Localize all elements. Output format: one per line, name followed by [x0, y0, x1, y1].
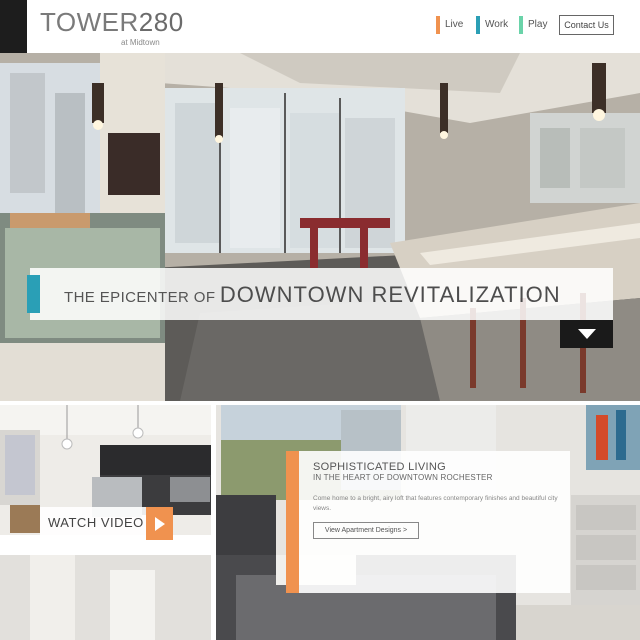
nav-play-label: Play	[528, 19, 548, 30]
nav-live-accent	[436, 16, 440, 34]
nav-item-work[interactable]: Work	[476, 14, 508, 36]
logo-name-prefix: TOWER	[40, 7, 139, 37]
nav-play-accent	[519, 16, 523, 34]
hero-photo-cafe-lobby	[0, 53, 640, 401]
watch-video-play[interactable]	[146, 507, 173, 540]
living-body: Come home to a bright, airy loft that fe…	[313, 495, 558, 512]
watch-video-label: WATCH VIDEO	[48, 515, 144, 530]
play-icon	[155, 517, 165, 531]
hero-banner-accent	[27, 275, 40, 313]
view-apartment-designs-button[interactable]: View Apartment Designs >	[313, 522, 419, 539]
nav-work-label: Work	[485, 19, 509, 30]
living-subtitle: IN THE HEART OF DOWNTOWN ROCHESTER	[313, 473, 493, 482]
hero-headline-large: DOWNTOWN REVITALIZATION	[219, 282, 561, 307]
logo-name-number: 280	[138, 7, 184, 37]
contact-us-button[interactable]: Contact Us	[559, 15, 614, 35]
nav-live-label: Live	[445, 19, 464, 30]
chevron-down-icon	[578, 329, 596, 339]
site-logo[interactable]: TOWER280 at Midtown	[40, 8, 183, 50]
nav-work-accent	[476, 16, 480, 34]
hero-headline-small: THE EPICENTER OF	[64, 289, 216, 306]
hero-section: THE EPICENTER OF DOWNTOWN REVITALIZATION	[0, 53, 640, 401]
site-header: TOWER280 at Midtown Live Work Play Conta…	[0, 0, 640, 53]
scroll-down-button[interactable]	[560, 320, 613, 348]
living-info-accent	[286, 451, 299, 593]
nav-item-live[interactable]: Live	[436, 14, 463, 36]
logo-wordmark: TOWER280	[40, 8, 184, 36]
logo-tagline: at Midtown	[121, 38, 160, 47]
living-title: SOPHISTICATED LIVING	[313, 461, 446, 473]
hero-headline: THE EPICENTER OF DOWNTOWN REVITALIZATION	[64, 282, 561, 308]
nav-item-play[interactable]: Play	[519, 14, 547, 36]
header-side-bar	[0, 0, 27, 53]
